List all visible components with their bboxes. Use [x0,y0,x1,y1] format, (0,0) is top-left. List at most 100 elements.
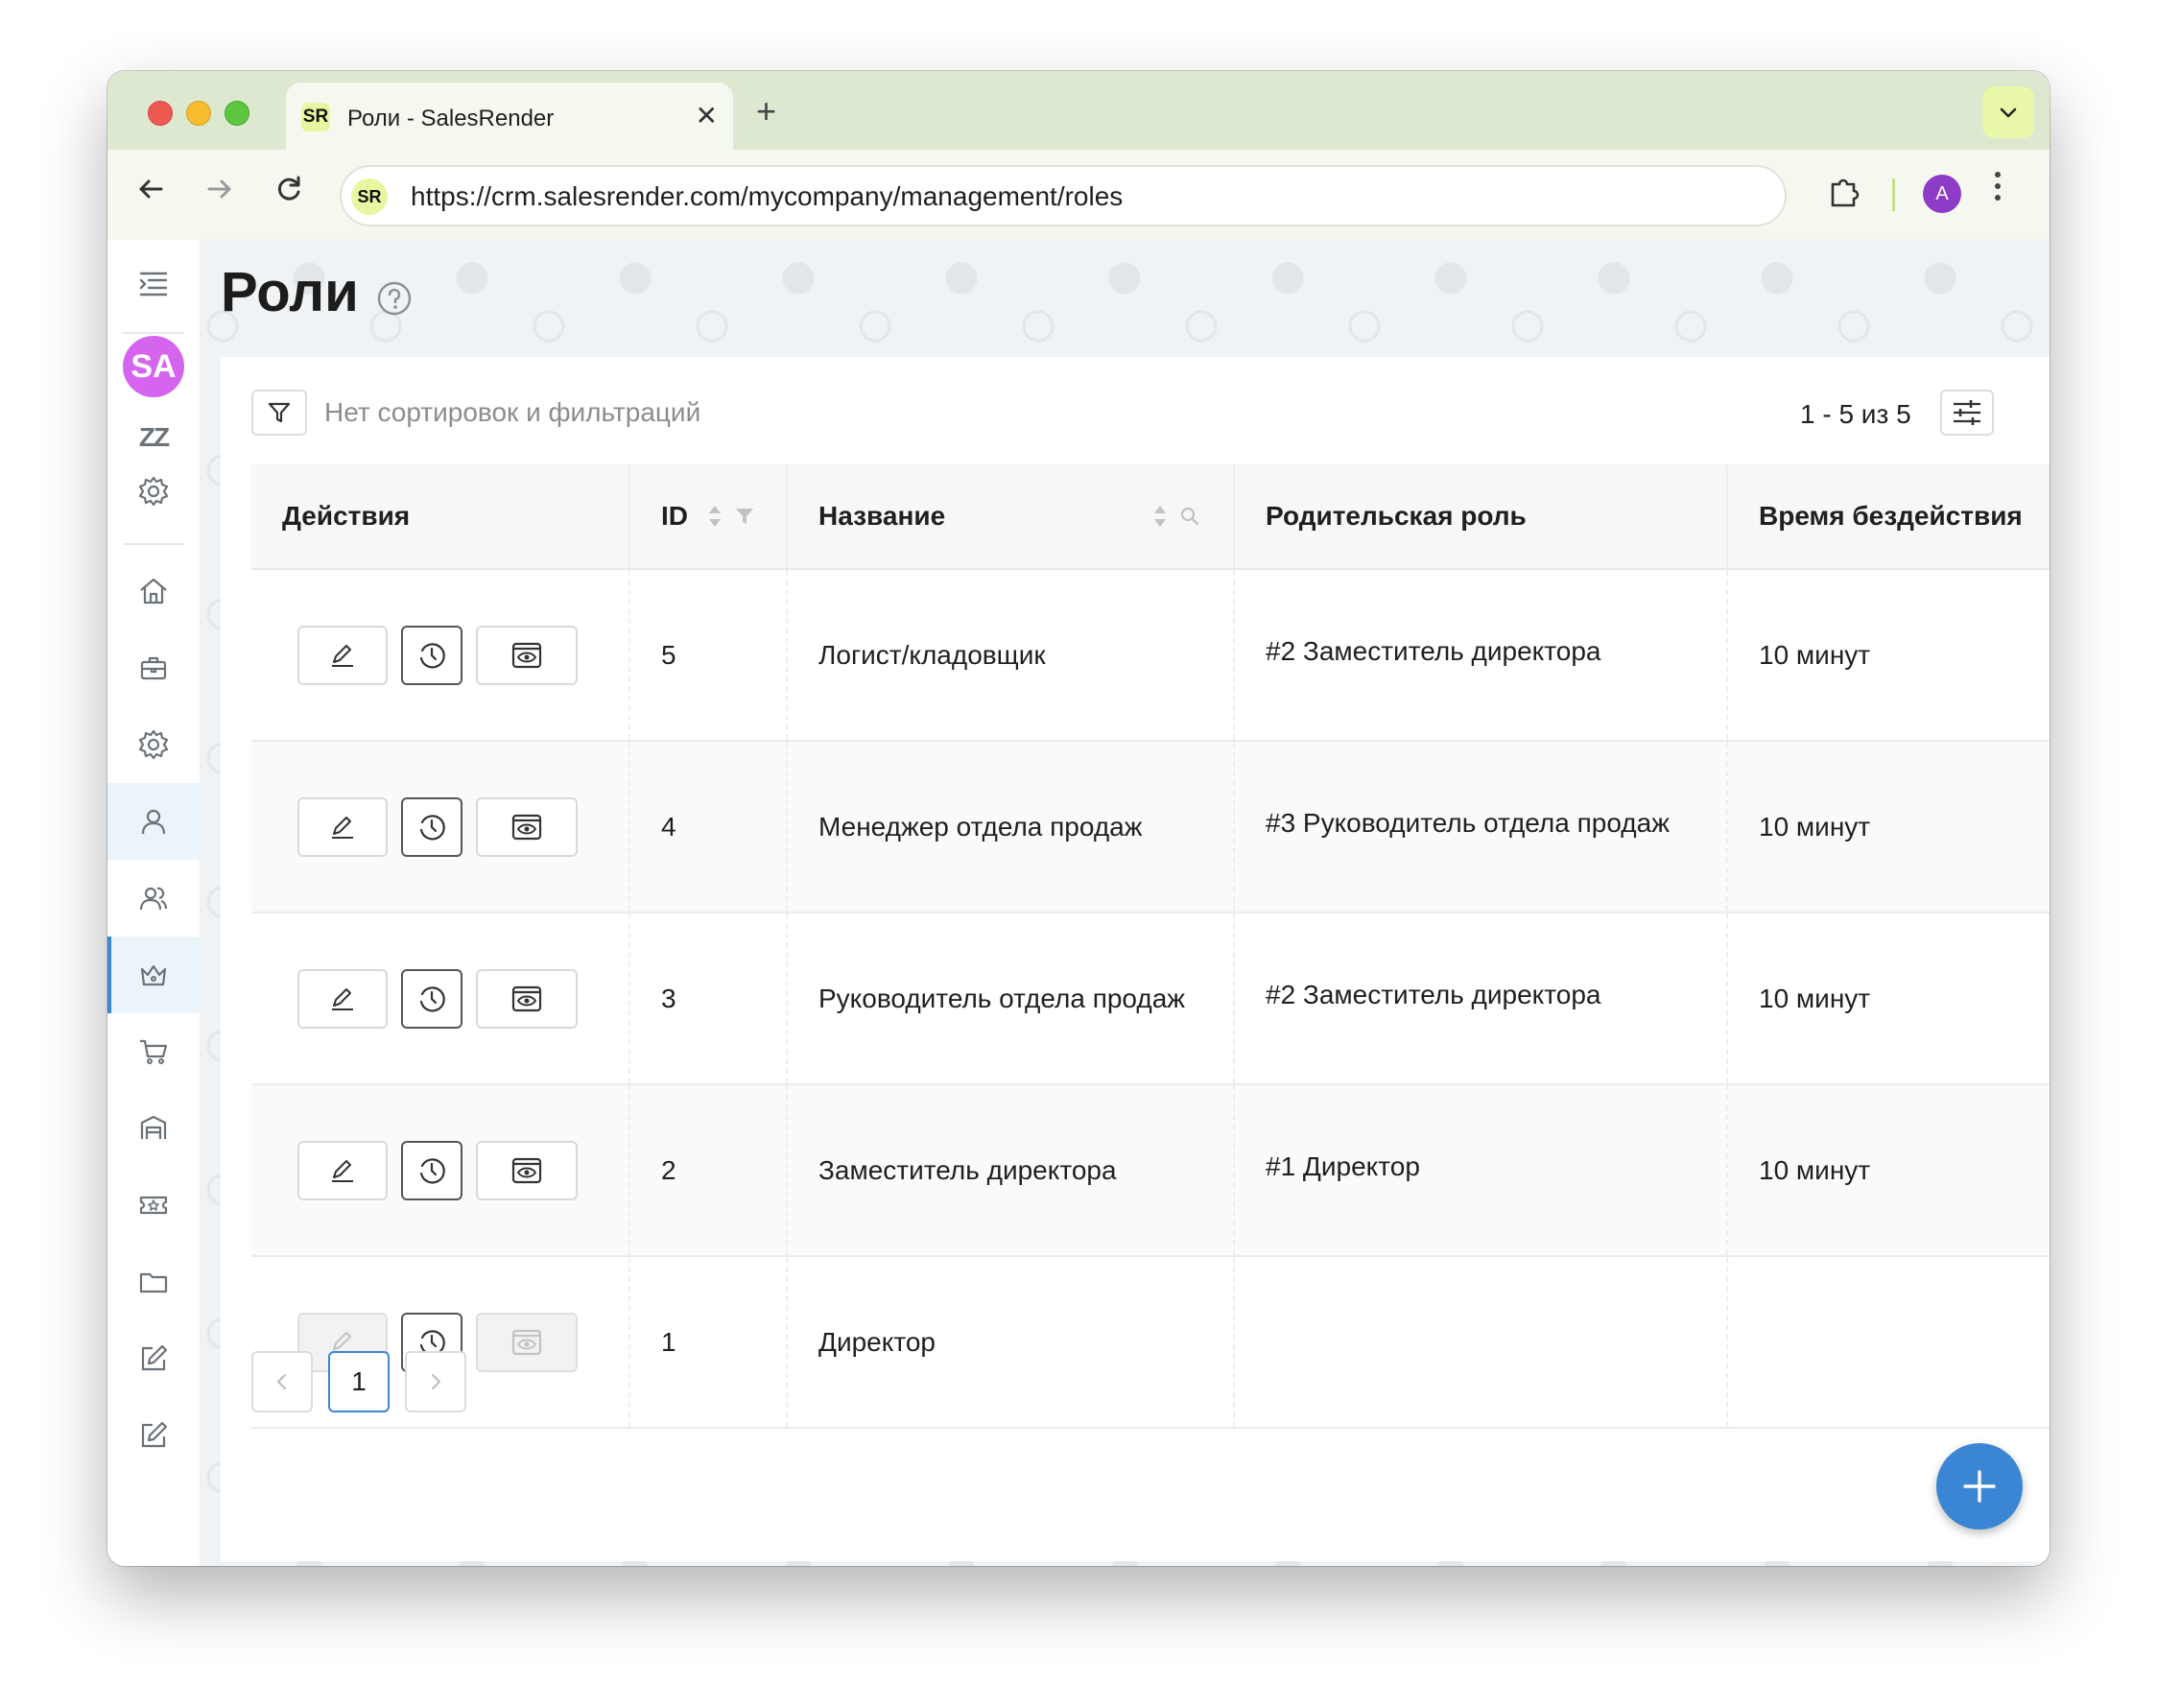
sidebar-item-users[interactable] [107,783,200,860]
sidebar-item-roles[interactable] [107,937,200,1013]
row-name: Логист/кладовщик [787,569,1235,742]
row-parent-role[interactable]: #2 Заместитель директора [1234,913,1728,1085]
sidebar-item-forms[interactable] [107,1320,200,1397]
edit-icon [141,1421,168,1448]
table-header-row: Действия ID Название Родительская роль В… [251,464,2050,570]
row-idle-time: 10 минут [1727,913,2050,1085]
view-role-button[interactable] [476,968,578,1029]
sidebar-item-settings[interactable] [107,453,200,530]
forward-button[interactable] [203,173,236,216]
home-icon [140,578,167,605]
edit-role-button[interactable] [297,796,388,857]
back-button[interactable] [134,173,167,216]
row-name: Менеджер отдела продаж [787,741,1235,913]
browser-menu-button[interactable] [1992,169,2003,217]
next-page-button[interactable] [405,1351,466,1412]
edit-role-button[interactable] [297,1140,388,1200]
warehouse-icon [140,1115,167,1139]
sort-icon[interactable] [707,503,723,530]
users-icon [139,887,168,911]
sidebar-item-warehouse[interactable] [107,1090,200,1167]
row-parent-role[interactable]: #1 Директор [1234,1084,1728,1257]
puzzle-icon [1831,178,1860,207]
add-role-button[interactable] [1936,1443,2023,1530]
roles-table: Действия ID Название Родительская роль В… [251,464,2050,1429]
site-info-icon[interactable]: SR [351,178,388,215]
edit-role-button[interactable] [297,625,388,685]
sidebar-item-teams[interactable] [107,860,200,937]
history-button[interactable] [401,1140,462,1200]
chevron-left-icon [277,1374,286,1389]
sidebar-toggle[interactable] [107,246,200,322]
column-parent-role: Родительская роль [1234,464,1728,570]
column-name-label: Название [818,501,946,531]
column-actions: Действия [251,464,630,570]
sidebar: SA ZZ [107,240,201,1566]
sidebar-item-business[interactable] [107,629,200,706]
sidebar-item-files[interactable] [107,1244,200,1320]
sort-icon[interactable] [1152,503,1168,530]
column-id[interactable]: ID [629,464,788,570]
history-button[interactable] [401,625,462,685]
sidebar-user-avatar[interactable]: SA [107,328,200,405]
profile-avatar[interactable]: A [1923,175,1961,213]
column-id-label: ID [661,501,688,531]
close-window-button[interactable] [148,101,173,126]
table-row: 2 Заместитель директора #1 Директор 10 м… [251,1084,2050,1257]
extensions-button[interactable] [1825,173,1863,216]
row-id: 5 [629,569,788,742]
address-bar[interactable]: SR https://crm.salesrender.com/mycompany… [340,165,1787,226]
minimize-window-button[interactable] [186,101,211,126]
tab-search-button[interactable] [1982,86,2034,138]
column-name[interactable]: Название [787,464,1235,570]
column-idle-time: Время бездействия [1727,464,2050,570]
sidebar-item-configuration[interactable] [107,706,200,783]
row-id: 3 [629,913,788,1085]
new-tab-button[interactable]: + [756,92,776,130]
edit-role-button[interactable] [297,968,388,1029]
toolbar-separator [1892,178,1895,211]
sidebar-item-home[interactable] [107,553,200,629]
plus-icon [1963,1470,1996,1503]
page-button-current[interactable]: 1 [328,1351,390,1412]
row-actions [251,1084,630,1257]
sidebar-item-templates[interactable] [107,1397,200,1474]
eye-window-icon [511,1329,542,1355]
row-actions [251,741,630,913]
view-role-button[interactable] [476,1140,578,1200]
row-idle-time: 10 минут [1727,741,2050,913]
pencil-icon [332,987,353,1010]
eye-window-icon [511,1157,542,1183]
columns-settings-button[interactable] [1940,390,1994,436]
search-icon[interactable] [1179,506,1200,527]
reload-button[interactable] [273,173,305,216]
sidebar-item-orders[interactable] [107,1013,200,1090]
view-role-button[interactable] [476,796,578,857]
edit-icon [141,1344,168,1371]
view-role-button [476,1312,578,1372]
filter-icon [268,402,291,423]
filter-button[interactable] [251,390,307,436]
eye-window-icon [511,814,542,840]
prev-page-button[interactable] [251,1351,313,1412]
url-text[interactable]: https://crm.salesrender.com/mycompany/ma… [411,181,1123,212]
help-button[interactable] [376,280,413,321]
records-range: 1 - 5 из 5 [1800,399,1911,429]
row-name: Руководитель отдела продаж [787,913,1235,1085]
view-role-button[interactable] [476,625,578,685]
tab-close-icon[interactable]: ✕ [696,102,718,130]
maximize-window-button[interactable] [225,101,249,126]
column-parent-label: Родительская роль [1266,501,1527,531]
row-parent-role[interactable]: #3 Руководитель отдела продаж [1234,741,1728,913]
roles-panel: Нет сортировок и фильтраций 1 - 5 из 5 Д… [221,357,2050,1561]
history-button[interactable] [401,796,462,857]
settings-icon [138,476,169,507]
browser-tab[interactable]: SR Роли - SalesRender ✕ [286,83,733,150]
table-row: 1 Директор [251,1256,2050,1429]
filter-icon[interactable] [734,506,755,527]
row-parent-role[interactable]: #2 Заместитель директора [1234,569,1728,742]
history-button[interactable] [401,968,462,1029]
briefcase-icon [140,656,167,680]
row-actions [251,569,630,742]
sidebar-item-promotions[interactable] [107,1167,200,1244]
